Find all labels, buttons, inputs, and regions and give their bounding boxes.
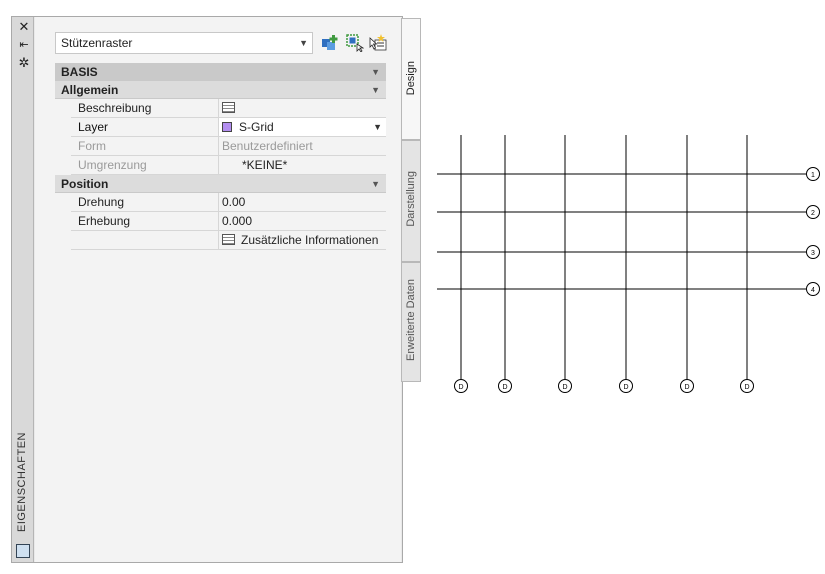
properties-palette: ✕ ⇤ ✲ EIGENSCHAFTEN Stützenraster ▼ BASI…: [11, 16, 403, 563]
column-grid-drawing: D D D D D D 1 2 3 4: [437, 135, 820, 393]
collapse-icon[interactable]: ▼: [371, 63, 380, 81]
select-objects-icon[interactable]: [346, 34, 364, 52]
quick-select-icon[interactable]: [369, 34, 387, 52]
property-row-zusaetzlich[interactable]: Zusätzliche Informationen: [71, 231, 386, 250]
property-label: Drehung: [78, 195, 125, 209]
layer-select[interactable]: S-Grid ▼: [218, 118, 386, 136]
property-value: *KEINE*: [218, 156, 386, 174]
grid-bubble-label: D: [623, 384, 628, 391]
grid-bubble-label: D: [684, 384, 689, 391]
property-label: Erhebung: [78, 214, 131, 228]
grid-bubble-label: D: [458, 384, 463, 391]
tab-erweiterte-daten-label: Erweiterte Daten: [405, 279, 417, 361]
layer-color-swatch: [222, 122, 232, 132]
autohide-icon[interactable]: ⇤: [17, 38, 31, 52]
grid-row-line[interactable]: 1: [437, 167, 820, 181]
property-value[interactable]: [218, 99, 386, 117]
palette-content: Stützenraster ▼ BASIS ▼ Allgemein ▼ Besc…: [35, 17, 401, 562]
category-basis[interactable]: BASIS ▼: [55, 63, 386, 81]
property-row-drehung[interactable]: Drehung 0.00: [71, 193, 386, 212]
grid-bubble-label: D: [562, 384, 567, 391]
table-icon: [222, 234, 235, 245]
category-position-label: Position: [61, 177, 109, 191]
property-row-beschreibung[interactable]: Beschreibung: [71, 99, 386, 118]
object-type-select[interactable]: Stützenraster ▼: [55, 32, 313, 54]
object-type-value: Stützenraster: [61, 36, 133, 50]
grid-bubble-label: 1: [811, 172, 815, 179]
grid-row-line[interactable]: 3: [437, 245, 820, 259]
property-table: BASIS ▼ Allgemein ▼ Beschreibung Layer S…: [55, 63, 386, 250]
additional-info-label: Zusätzliche Informationen: [241, 233, 379, 247]
tab-design-label: Design: [405, 61, 417, 96]
layer-value: S-Grid: [239, 120, 274, 134]
property-value[interactable]: 0.00: [218, 193, 386, 211]
collapse-icon[interactable]: ▼: [371, 81, 380, 99]
property-row-umgrenzung: Umgrenzung *KEINE*: [71, 156, 386, 175]
grid-row-line[interactable]: 4: [437, 282, 820, 296]
tab-erweiterte-daten[interactable]: Erweiterte Daten: [401, 262, 421, 382]
property-value[interactable]: 0.000: [218, 212, 386, 230]
grid-bubble-label: D: [502, 384, 507, 391]
palette-titlebar: ✕ ⇤ ✲ EIGENSCHAFTEN: [12, 17, 34, 562]
grid-row-line[interactable]: 2: [437, 205, 820, 219]
category-basis-label: BASIS: [61, 65, 98, 79]
property-row-erhebung[interactable]: Erhebung 0.000: [71, 212, 386, 231]
property-label: Umgrenzung: [78, 158, 147, 172]
property-row-form: Form Benutzerdefiniert: [71, 137, 386, 156]
additional-info-button[interactable]: Zusätzliche Informationen: [218, 231, 386, 249]
grid-bubble-label: 2: [811, 210, 815, 217]
palette-title: EIGENSCHAFTEN: [16, 431, 28, 532]
tab-darstellung-label: Darstellung: [405, 171, 417, 227]
chevron-down-icon: ▼: [299, 38, 308, 48]
category-allgemein[interactable]: Allgemein ▼: [55, 81, 386, 99]
property-label: Form: [78, 139, 106, 153]
grid-bubble-label: 3: [811, 250, 815, 257]
table-icon[interactable]: [222, 102, 235, 113]
collapse-icon[interactable]: ▼: [371, 175, 380, 193]
tab-design[interactable]: Design: [401, 18, 421, 140]
grid-bubble-label: 4: [811, 287, 815, 294]
property-label: Beschreibung: [78, 101, 152, 115]
tab-darstellung[interactable]: Darstellung: [401, 140, 421, 262]
property-label: Layer: [78, 120, 109, 134]
gear-icon[interactable]: ✲: [17, 56, 31, 70]
palette-options-icon[interactable]: [16, 544, 30, 558]
close-icon[interactable]: ✕: [17, 20, 31, 34]
grid-bubble-label: D: [744, 384, 749, 391]
add-selected-icon[interactable]: [321, 34, 339, 52]
category-position[interactable]: Position ▼: [55, 175, 386, 193]
property-value: Benutzerdefiniert: [218, 137, 386, 155]
chevron-down-icon[interactable]: ▼: [373, 118, 382, 137]
category-allgemein-label: Allgemein: [61, 83, 119, 97]
property-row-layer[interactable]: Layer S-Grid ▼: [71, 118, 386, 137]
